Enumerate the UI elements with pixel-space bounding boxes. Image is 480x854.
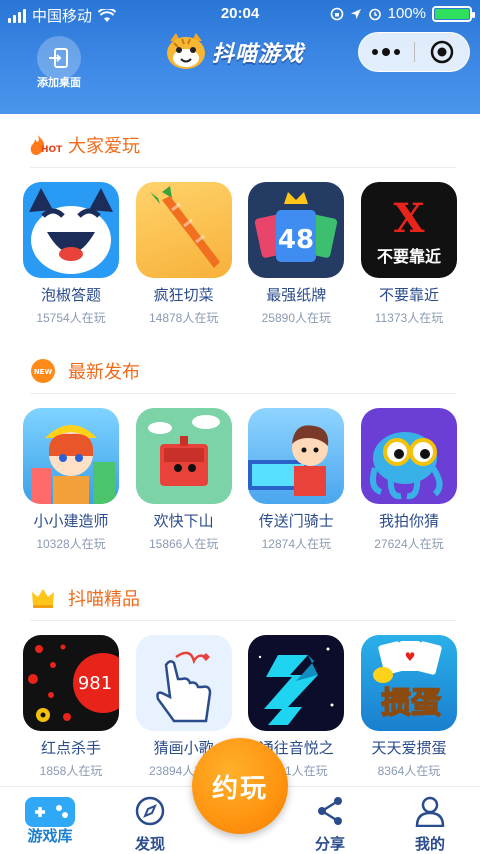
hot-flame-icon: HOT — [30, 132, 64, 158]
close-target-icon — [430, 40, 453, 64]
player-count: 8364人在玩 — [377, 764, 441, 778]
app-logo: 抖喵游戏 — [164, 28, 324, 76]
game-name: 疯狂切菜 — [153, 286, 214, 304]
game-card[interactable]: 传送门骑士 12874人在玩 — [245, 408, 347, 552]
game-name: 我拍你猜 — [378, 512, 439, 530]
more-menu-button[interactable] — [359, 32, 414, 72]
section-header-premium: 抖喵精品 — [30, 575, 456, 621]
gamepad-icon — [25, 797, 75, 827]
game-name: 小小建造师 — [33, 512, 109, 530]
game-name: 天天爱掼蛋 — [371, 739, 447, 757]
player-count: 11373人在玩 — [374, 311, 444, 325]
crown-icon — [30, 585, 64, 611]
player-count: 12874人在玩 — [261, 537, 331, 551]
game-card[interactable]: 泡椒答题 15754人在玩 — [20, 182, 122, 326]
battery-percent: 100% — [387, 5, 426, 22]
player-count: 15866人在玩 — [148, 537, 219, 551]
icon-caption: 不要靠近 — [377, 247, 441, 266]
game-card[interactable]: 疯狂切菜 14878人在玩 — [133, 182, 235, 326]
tab-label: 游戏库 — [27, 827, 73, 845]
player-count: 25890人在玩 — [261, 311, 331, 325]
game-icon-qiecai — [135, 182, 232, 278]
game-icon-paojiao — [23, 182, 119, 278]
game-card[interactable]: 981 红点杀手 1858人在玩 — [20, 635, 122, 779]
game-name: 最强纸牌 — [266, 286, 327, 304]
yuewan-fab-button[interactable]: 约玩 — [192, 738, 288, 834]
cat-mascot-icon — [167, 33, 205, 69]
tab-share[interactable]: 分享 — [290, 795, 370, 854]
game-card[interactable]: X 不要靠近 不要靠近 11373人在玩 — [358, 182, 460, 326]
game-name: 泡椒答题 — [40, 286, 101, 304]
miniapp-capsule — [358, 32, 470, 72]
game-card[interactable]: 欢快下山 15866人在玩 — [133, 408, 235, 552]
game-icon-xiashan — [135, 408, 232, 504]
location-icon — [350, 8, 361, 19]
tab-game-library[interactable]: 游戏库 — [10, 795, 90, 846]
close-miniapp-button[interactable] — [414, 32, 469, 72]
game-name: 传送门骑士 — [258, 512, 334, 530]
compass-icon — [135, 796, 165, 826]
add-desktop-label: 添加桌面 — [37, 76, 81, 89]
game-grid-popular: 泡椒答题 15754人在玩 疯狂切菜 14878人在玩 48 最强纸牌 2589… — [20, 182, 460, 326]
section-title: 最新发布 — [68, 361, 140, 383]
game-grid-new: 小小建造师 10328人在玩 欢快下山 15866人在玩 传送门骑士 12874… — [20, 408, 460, 552]
game-card[interactable]: 48 最强纸牌 25890人在玩 — [245, 182, 347, 326]
game-name: 欢快下山 — [153, 512, 214, 530]
game-name: 不要靠近 — [378, 286, 439, 304]
game-card[interactable]: 我拍你猜 27624人在玩 — [358, 408, 460, 552]
section-title: 大家爱玩 — [68, 135, 140, 157]
game-icon-hongdian: 981 — [23, 635, 119, 731]
card-number: 48 — [278, 225, 314, 255]
svg-text:♥: ♥ — [405, 650, 416, 664]
guandan-logo-text: 掼蛋 — [381, 686, 441, 721]
tab-label: 我的 — [414, 835, 445, 853]
header-bar: 中国移动 20:04 100% 添加桌面 抖喵游戏 — [0, 0, 480, 114]
brand-title: 抖喵游戏 — [212, 42, 305, 67]
user-icon — [415, 796, 445, 828]
add-desktop-button[interactable]: 添加桌面 — [28, 36, 90, 90]
tab-label: 分享 — [314, 835, 345, 853]
game-icon-paicai — [360, 408, 457, 504]
alarm-icon — [368, 8, 381, 20]
game-icon-yinyue — [248, 635, 345, 731]
battery-icon — [432, 5, 475, 22]
game-icon-caihua — [135, 635, 232, 731]
status-bar: 中国移动 20:04 100% — [0, 0, 480, 28]
player-count: 10328人在玩 — [36, 537, 106, 551]
player-count: 14878人在玩 — [148, 311, 219, 325]
section-header-new: NEW 最新发布 — [30, 348, 456, 394]
game-name: 红点杀手 — [40, 739, 101, 757]
player-count: 1858人在玩 — [39, 764, 103, 778]
new-badge-text: NEW — [34, 368, 53, 376]
game-icon-guandan: ♥ 掼蛋 — [360, 635, 457, 731]
game-icon-jianzaoshi — [23, 408, 119, 504]
tab-label: 发现 — [134, 835, 165, 853]
tab-profile[interactable]: 我的 — [390, 795, 470, 854]
rotation-lock-icon — [330, 7, 343, 20]
section-title: 抖喵精品 — [68, 588, 140, 610]
player-count: 15754人在玩 — [36, 311, 106, 325]
new-badge-icon: NEW — [30, 358, 64, 384]
game-icon-qishi — [248, 408, 345, 504]
game-icon-bukaojin: X 不要靠近 — [360, 182, 457, 278]
hot-badge-text: HOT — [41, 145, 63, 155]
share-icon — [318, 797, 342, 825]
game-icon-zhipai: 48 — [248, 182, 345, 278]
section-header-popular: HOT 大家爱玩 — [30, 122, 456, 168]
game-card[interactable]: ♥ 掼蛋 天天爱掼蛋 8364人在玩 — [358, 635, 460, 779]
tab-discover[interactable]: 发现 — [110, 795, 190, 854]
x-letter: X — [393, 195, 424, 242]
player-count: 27624人在玩 — [374, 537, 444, 551]
red-dot-number: 981 — [78, 673, 112, 694]
game-card[interactable]: 小小建造师 10328人在玩 — [20, 408, 122, 552]
